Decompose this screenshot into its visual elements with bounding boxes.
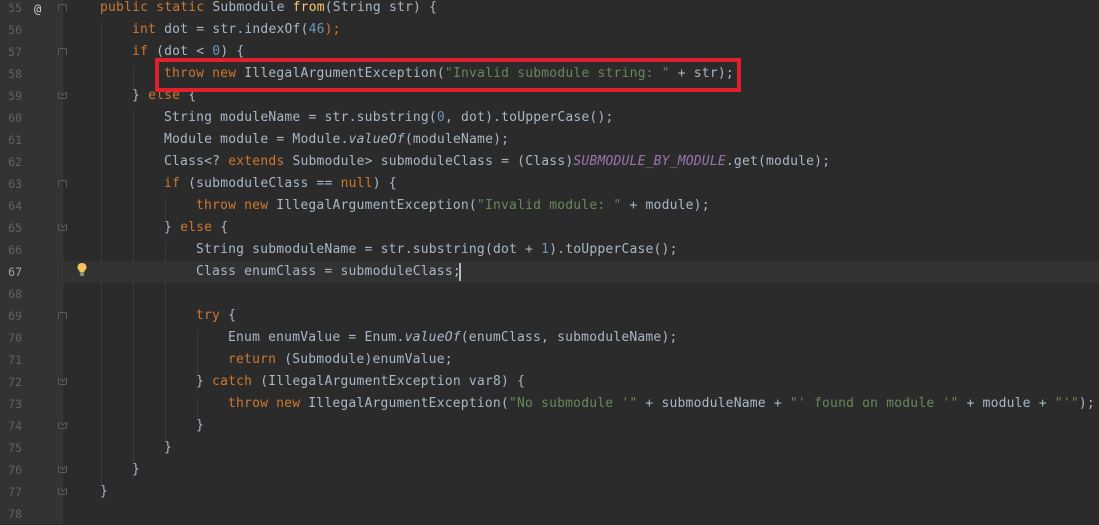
fold-marker-icon[interactable] xyxy=(58,180,67,187)
code-line-64[interactable]: throw new IllegalArgumentException("Inva… xyxy=(196,195,710,217)
fold-marker-icon[interactable] xyxy=(58,488,67,495)
fold-marker-icon[interactable] xyxy=(58,422,67,429)
code-line-71[interactable]: return (Submodule)enumValue; xyxy=(228,349,453,371)
line-number: 60 xyxy=(8,111,22,125)
fold-marker-icon[interactable] xyxy=(58,48,67,55)
text-caret xyxy=(459,263,461,281)
line-number: 66 xyxy=(8,243,22,257)
code-line-76[interactable]: } xyxy=(132,459,140,481)
code-line-61[interactable]: Module module = Module.valueOf(moduleNam… xyxy=(164,129,509,151)
code-line-55[interactable]: public static Submodule from(String str)… xyxy=(100,0,437,19)
code-line-56[interactable]: int dot = str.indexOf(46); xyxy=(132,19,341,41)
line-number: 75 xyxy=(8,441,22,455)
override-marker-icon[interactable]: @ xyxy=(34,0,48,20)
line-number: 77 xyxy=(8,485,22,499)
line-number: 71 xyxy=(8,353,22,367)
line-number: 65 xyxy=(8,221,22,235)
code-editor[interactable]: 55 56 57 58 59 60 61 62 63 64 65 66 67 6… xyxy=(0,0,1099,524)
line-number: 57 xyxy=(8,45,22,59)
fold-marker-icon[interactable] xyxy=(58,312,67,319)
line-number: 76 xyxy=(8,463,22,477)
line-number: 73 xyxy=(8,397,22,411)
code-line-73[interactable]: throw new IllegalArgumentException("No s… xyxy=(228,393,1095,415)
lightbulb-icon[interactable] xyxy=(76,262,88,276)
line-number: 63 xyxy=(8,177,22,191)
code-line-74[interactable]: } xyxy=(196,415,204,437)
fold-marker-icon[interactable] xyxy=(58,466,67,473)
line-number: 72 xyxy=(8,375,22,389)
line-number: 55 xyxy=(8,1,22,15)
code-line-66[interactable]: String submoduleName = str.substring(dot… xyxy=(196,239,678,261)
line-number: 59 xyxy=(8,89,22,103)
code-line-72[interactable]: } catch (IllegalArgumentException var8) … xyxy=(196,371,525,393)
line-number: 56 xyxy=(8,23,22,37)
line-number: 58 xyxy=(8,67,22,81)
indent-guide xyxy=(101,22,102,484)
code-line-65[interactable]: } else { xyxy=(164,217,228,239)
indent-guide xyxy=(133,110,134,462)
code-line-67[interactable]: Class enumClass = submoduleClass; xyxy=(196,261,461,283)
line-number: 70 xyxy=(8,331,22,345)
code-line-75[interactable]: } xyxy=(164,437,172,459)
code-line-62[interactable]: Class<? extends Submodule> submoduleClas… xyxy=(164,151,830,173)
fold-marker-icon[interactable] xyxy=(58,92,67,99)
code-line-70[interactable]: Enum enumValue = Enum.valueOf(enumClass,… xyxy=(228,327,678,349)
line-number: 74 xyxy=(8,419,22,433)
code-line-63[interactable]: if (submoduleClass == null) { xyxy=(164,173,397,195)
code-line-77[interactable]: } xyxy=(100,481,108,503)
line-number-current: 67 xyxy=(8,265,22,279)
fold-marker-icon[interactable] xyxy=(58,224,67,231)
line-number: 68 xyxy=(8,287,22,301)
line-number: 69 xyxy=(8,309,22,323)
indent-guide xyxy=(197,330,198,374)
code-line-60[interactable]: String moduleName = str.substring(0, dot… xyxy=(164,107,614,129)
line-number: 62 xyxy=(8,155,22,169)
fold-marker-icon[interactable] xyxy=(58,378,67,385)
line-number: 78 xyxy=(8,507,22,521)
line-number: 64 xyxy=(8,199,22,213)
line-number: 61 xyxy=(8,133,22,147)
fold-marker-icon[interactable] xyxy=(58,4,67,11)
code-line-69[interactable]: try { xyxy=(196,305,236,327)
indent-guide xyxy=(165,242,166,440)
annotation-highlight-box xyxy=(155,58,741,92)
